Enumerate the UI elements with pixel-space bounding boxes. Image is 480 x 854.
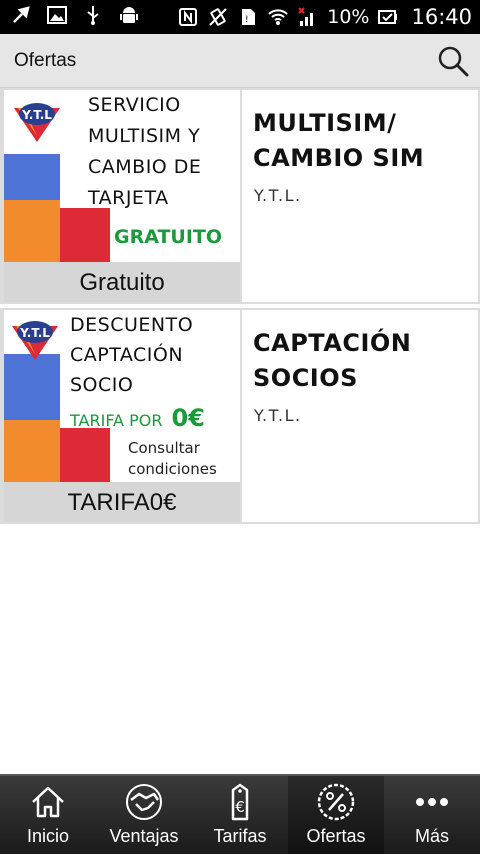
banner-note-line: Consultar (128, 439, 200, 457)
banner-highlight: TARIFA POR 0€ (70, 404, 205, 432)
percent-badge-icon (317, 783, 355, 821)
banner-highlight-value: 0€ (171, 404, 205, 432)
banner-highlight-prefix: TARIFA POR (70, 411, 163, 430)
nav-label: Más (414, 826, 449, 846)
offer-title-line: CAMBIO SIM (253, 144, 425, 172)
vibrate-icon (209, 8, 227, 26)
more-dots-icon (416, 798, 448, 806)
banner-note: Consultar condiciones (128, 438, 217, 480)
price-label: TARIFA0€ (67, 489, 177, 516)
euro-tag-icon: € (231, 783, 249, 821)
offer-details: MULTISIM/ CAMBIO SIM Y.T.L. (242, 90, 478, 302)
banner-line: CAMBIO DE (88, 156, 202, 178)
offer-card[interactable]: Y.T.L SERVICIO MULTISIM Y CAMBIO DE TARJ… (0, 88, 480, 304)
offer-banner-panel: Y.T.L SERVICIO MULTISIM Y CAMBIO DE TARJ… (4, 90, 240, 302)
usb-icon (87, 6, 99, 25)
nav-item-tarifas[interactable]: € Tarifas (192, 776, 288, 854)
nav-label: Ventajas (109, 826, 179, 846)
notification-icons (10, 4, 140, 26)
app-header: Ofertas (0, 34, 480, 88)
signal-icon (298, 7, 314, 26)
offer-details: CAPTACIÓN SOCIOS Y.T.L. (242, 310, 478, 522)
ytl-logo: Y.T.L (12, 321, 58, 360)
banner-red-block (60, 428, 110, 482)
banner-line: TARJETA (88, 187, 169, 209)
nav-item-ofertas[interactable]: Ofertas (288, 776, 384, 854)
offer-title: MULTISIM/ CAMBIO SIM (253, 106, 473, 176)
tools-icon (13, 6, 30, 23)
offer-banner-image: Y.T.L DESCUENTO CAPTACIÓN SOCIO TARIFA P… (4, 310, 240, 482)
banner-note-line: condiciones (128, 460, 217, 478)
banner-blue-block (4, 354, 60, 420)
bottom-nav: Inicio Ventajas € Tarifas Ofertas Más (0, 774, 480, 854)
banner-highlight: GRATUITO (114, 226, 223, 248)
banner-orange-block (4, 200, 60, 262)
offer-title: CAPTACIÓN SOCIOS (253, 326, 473, 396)
price-label: Gratuito (79, 269, 165, 296)
logo-text: Y.T.L (21, 108, 52, 122)
banner-line: SOCIO (70, 374, 134, 396)
offer-title-line: SOCIOS (253, 364, 358, 392)
banner-orange-block (4, 420, 60, 482)
banner-blue-block (4, 154, 60, 200)
search-icon[interactable] (436, 44, 470, 78)
offer-company: Y.T.L. (254, 406, 302, 425)
banner-line: CAPTACIÓN (70, 344, 184, 366)
sim-alert-icon: ! (242, 9, 256, 25)
offer-title-line: MULTISIM/ (253, 109, 397, 137)
handshake-icon (126, 784, 162, 820)
ytl-logo: Y.T.L (14, 103, 60, 142)
image-icon (47, 6, 67, 24)
nav-item-inicio[interactable]: Inicio (0, 776, 96, 854)
offer-title-line: CAPTACIÓN (253, 329, 412, 357)
offer-company: Y.T.L. (254, 186, 302, 205)
logo-text: Y.T.L (19, 326, 50, 340)
banner-red-block (60, 208, 110, 262)
offer-card[interactable]: Y.T.L DESCUENTO CAPTACIÓN SOCIO TARIFA P… (0, 308, 480, 524)
nfc-icon (179, 8, 198, 26)
wifi-icon (268, 9, 288, 25)
nav-item-ventajas[interactable]: Ventajas (96, 776, 192, 854)
clock: 16:40 (411, 5, 472, 29)
nav-label: Inicio (26, 826, 70, 846)
status-bar: ! 10% 16:40 (0, 0, 480, 34)
nav-label: Tarifas (213, 826, 267, 846)
home-icon (32, 786, 64, 818)
svg-text:!: ! (245, 15, 249, 25)
page-title: Ofertas (14, 50, 77, 71)
banner-text: SERVICIO MULTISIM Y CAMBIO DE TARJETA (88, 90, 201, 214)
nav-item-mas[interactable]: Más (384, 776, 480, 854)
svg-text:€: € (235, 798, 245, 816)
banner-text: DESCUENTO CAPTACIÓN SOCIO (70, 310, 193, 400)
banner-line: MULTISIM Y (88, 125, 201, 147)
offer-banner-image: Y.T.L SERVICIO MULTISIM Y CAMBIO DE TARJ… (4, 90, 240, 262)
banner-line: DESCUENTO (70, 314, 194, 336)
nav-label: Ofertas (306, 826, 366, 846)
battery-percent: 10% (327, 6, 370, 28)
system-icons: ! 10% 16:40 (177, 3, 472, 31)
battery-icon (378, 10, 398, 24)
android-icon (120, 7, 138, 23)
banner-line: SERVICIO (88, 94, 181, 116)
offer-banner-panel: Y.T.L DESCUENTO CAPTACIÓN SOCIO TARIFA P… (4, 310, 240, 522)
